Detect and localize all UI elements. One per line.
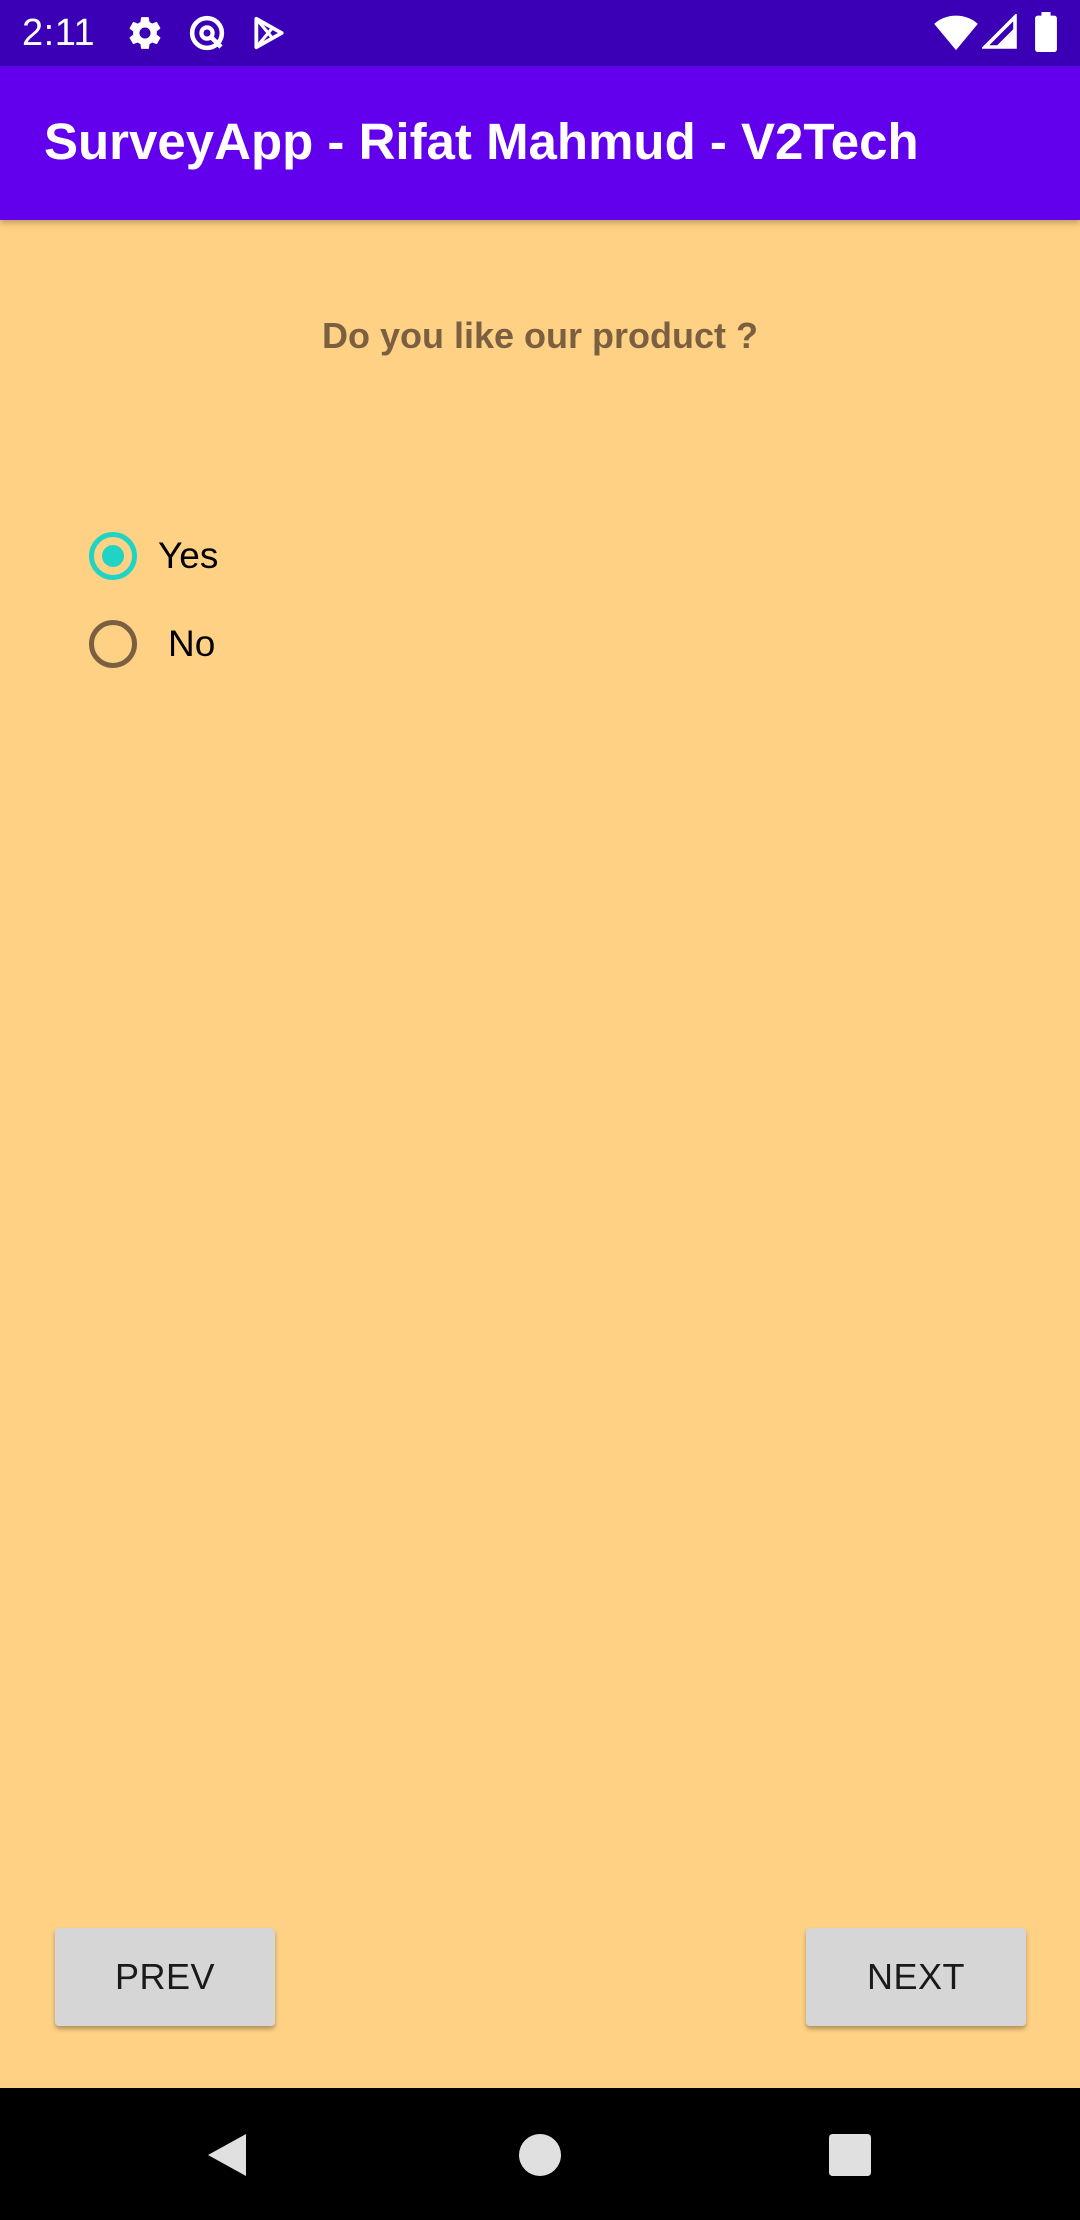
navigation-bar (0, 2088, 1080, 2220)
cell-signal-icon (982, 14, 1017, 49)
radio-label-no: No (168, 623, 216, 664)
recents-icon[interactable] (829, 2134, 871, 2176)
gear-icon (129, 17, 161, 49)
radio-label-yes: Yes (158, 535, 219, 576)
app-title: SurveyApp - Rifat Mahmud - V2Tech (44, 113, 919, 170)
next-button[interactable]: NEXT (806, 1928, 1026, 2026)
radio-unchecked-icon[interactable] (89, 620, 137, 668)
radio-option-yes[interactable]: Yes (84, 520, 218, 592)
radio-checked-icon[interactable] (89, 532, 137, 580)
radio-option-no[interactable]: No (84, 608, 215, 680)
status-time: 2:11 (22, 12, 96, 54)
battery-icon (1035, 12, 1057, 52)
prev-button[interactable]: PREV (55, 1928, 275, 2026)
play-store-icon (254, 16, 284, 50)
home-icon[interactable] (519, 2134, 561, 2176)
status-bar: 2:11 (0, 0, 1080, 66)
app-bar: SurveyApp - Rifat Mahmud - V2Tech (0, 66, 1080, 220)
wifi-icon (934, 15, 978, 51)
data-saver-icon (189, 15, 225, 51)
back-icon[interactable] (202, 2130, 250, 2180)
survey-question: Do you like our product ? (321, 315, 758, 356)
